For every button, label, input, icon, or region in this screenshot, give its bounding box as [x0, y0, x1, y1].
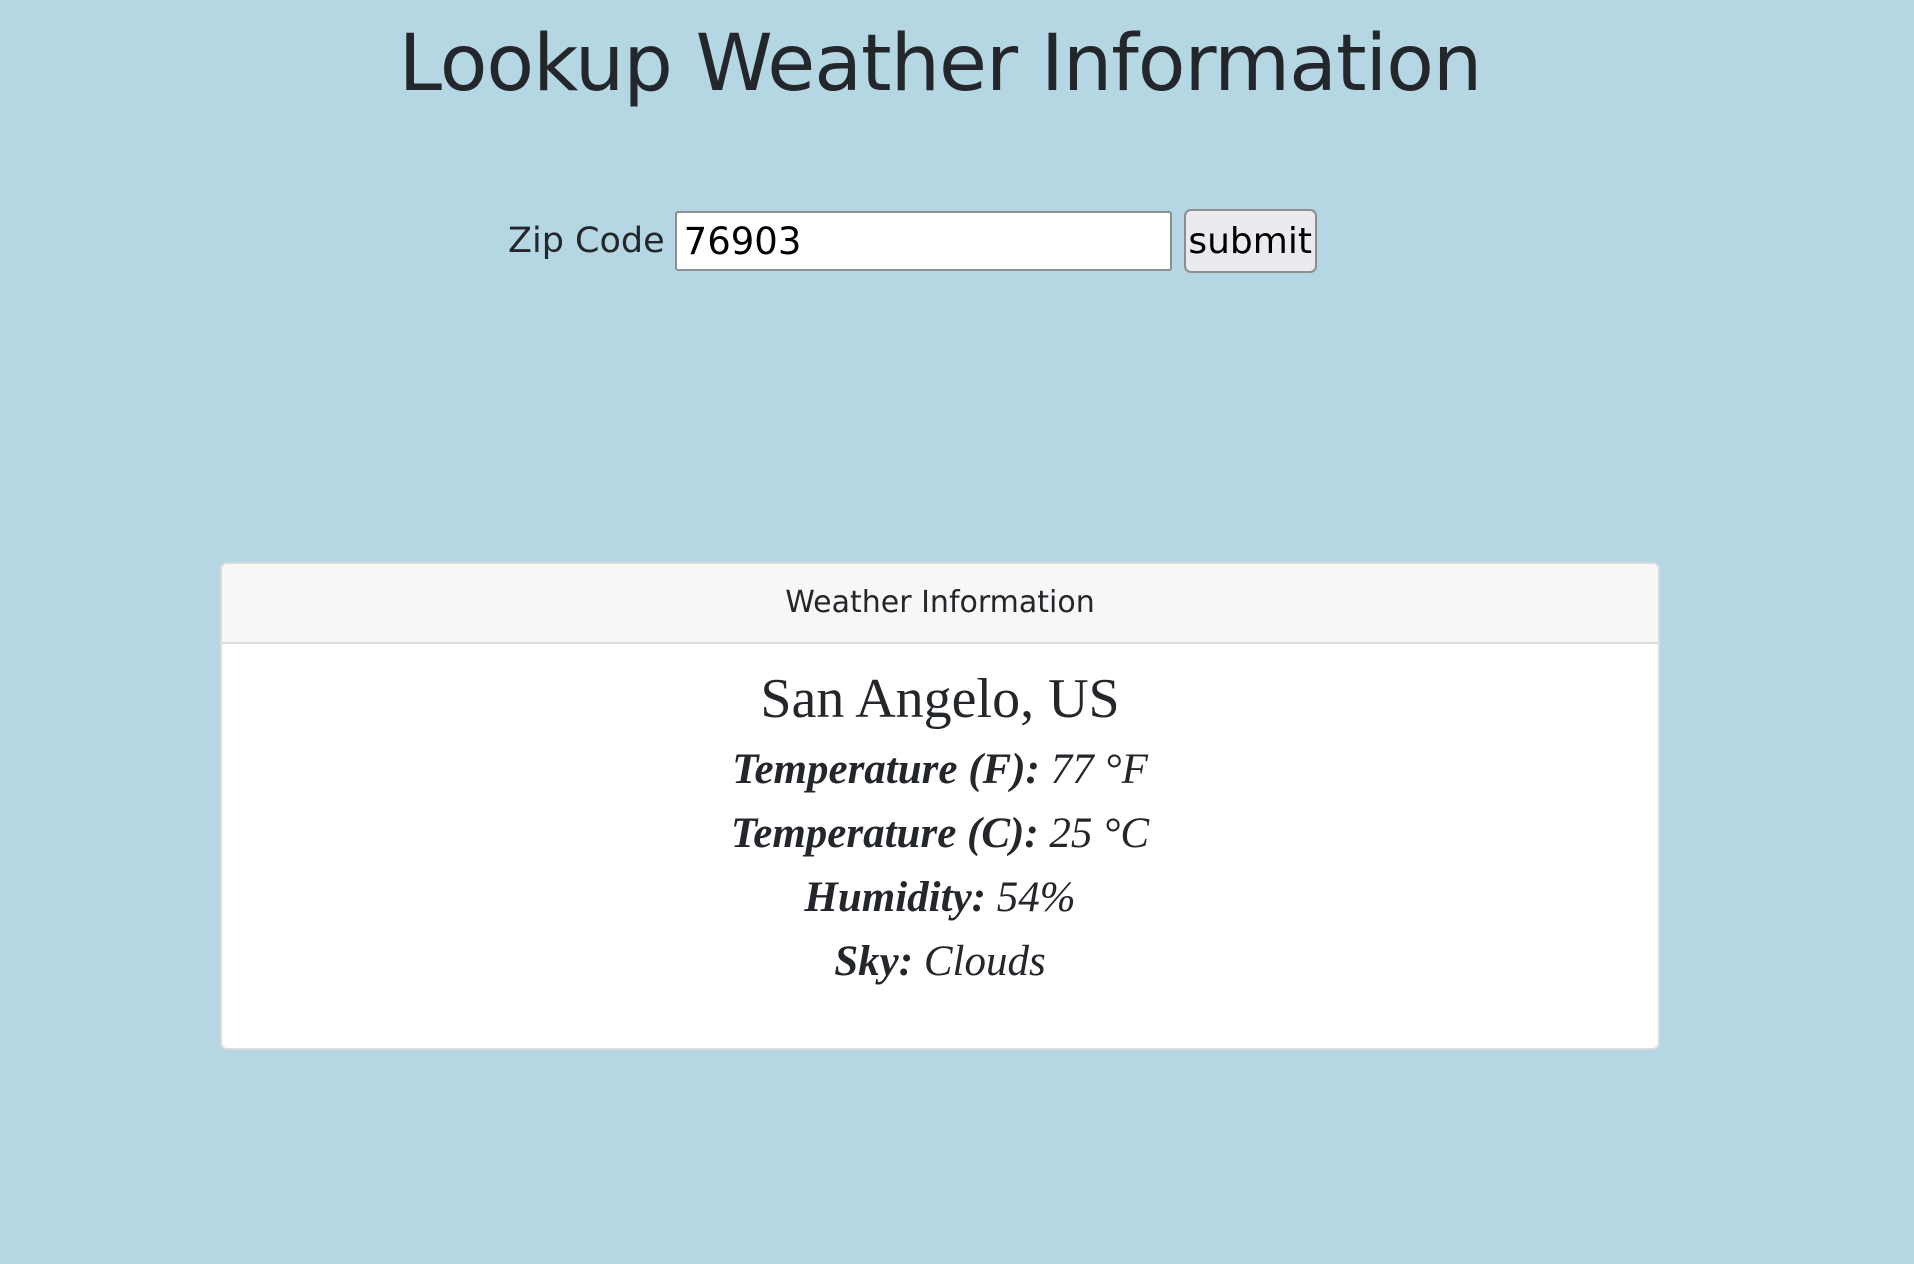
zip-lookup-form: Zip Code submit: [508, 208, 1317, 274]
card-body: San Angelo, US Temperature (F): 77 °F Te…: [222, 644, 1658, 994]
sky-row: Sky: Clouds: [222, 930, 1658, 994]
sky-value: Clouds: [923, 938, 1046, 985]
zip-code-label: Zip Code: [508, 221, 665, 261]
humidity-label: Humidity:: [804, 874, 986, 921]
zip-code-input[interactable]: [674, 211, 1172, 271]
humidity-value: 54%: [996, 874, 1076, 921]
temperature-c-value: 25 °C: [1049, 810, 1150, 857]
submit-button[interactable]: submit: [1183, 209, 1317, 273]
location-name: San Angelo, US: [760, 668, 1120, 730]
temperature-f-row: Temperature (F): 77 °F: [222, 738, 1658, 802]
temperature-f-label: Temperature (F):: [732, 746, 1040, 793]
sky-label: Sky:: [834, 938, 914, 985]
temperature-f-value: 77 °F: [1050, 746, 1148, 793]
temperature-c-label: Temperature (C):: [730, 810, 1039, 857]
temperature-c-row: Temperature (C): 25 °C: [222, 802, 1658, 866]
weather-info-card: Weather Information San Angelo, US Tempe…: [220, 562, 1660, 1050]
card-header: Weather Information: [222, 564, 1658, 644]
page-title: Lookup Weather Information: [398, 19, 1483, 109]
humidity-row: Humidity: 54%: [222, 866, 1658, 930]
